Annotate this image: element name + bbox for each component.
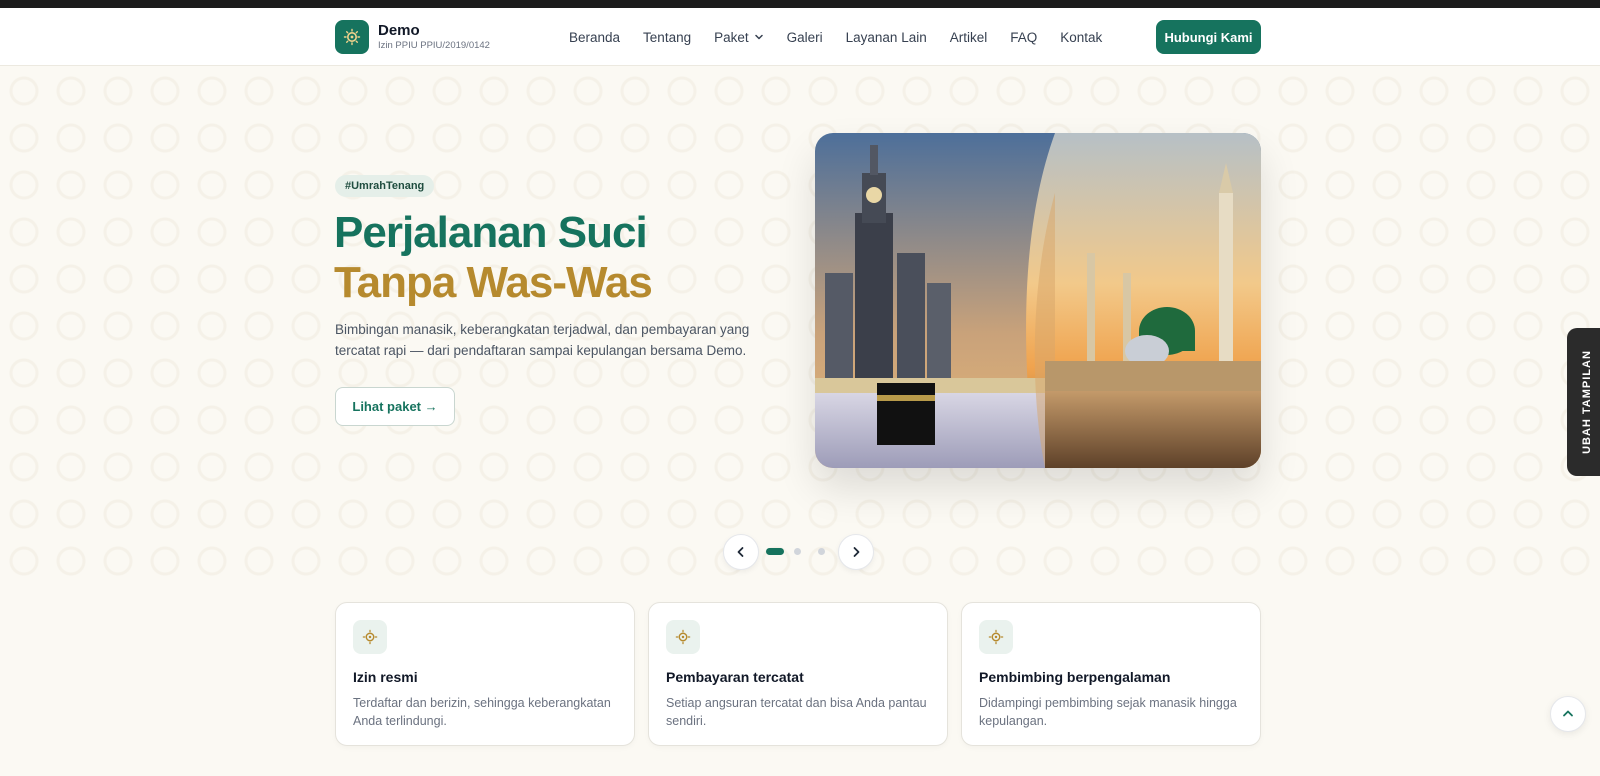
feature-card-licensed: Izin resmi Terdaftar dan berizin, sehing… [335, 602, 635, 746]
change-theme-tab[interactable]: UBAH TAMPILAN [1567, 328, 1600, 476]
hero-title: Perjalanan Suci Tanpa Was-Was [334, 208, 653, 308]
chevron-down-icon [754, 34, 763, 40]
nav-link-galeri[interactable]: Galeri [787, 30, 823, 45]
navbar: Demo Izin PPIU PPIU/2019/0142 Beranda Te… [0, 8, 1600, 66]
brand[interactable]: Demo Izin PPIU PPIU/2019/0142 [335, 20, 490, 54]
view-packages-button[interactable]: Lihat paket → [335, 387, 455, 426]
carousel-dot-1[interactable] [766, 548, 784, 555]
feature-description: Setiap angsuran tercatat dan bisa Anda p… [666, 696, 927, 728]
contact-us-button[interactable]: Hubungi Kami [1156, 20, 1261, 54]
back-to-top-button[interactable] [1550, 696, 1586, 732]
hero-tag: #UmrahTenang [335, 175, 435, 197]
brand-name: Demo [378, 22, 420, 39]
carousel-dot-2[interactable] [794, 548, 801, 555]
nav-link-artikel[interactable]: Artikel [950, 30, 988, 45]
hero-pattern-background [0, 67, 1600, 587]
sun-emblem-icon [979, 620, 1013, 654]
chevron-left-icon [737, 547, 744, 557]
carousel-next-button[interactable] [838, 534, 874, 570]
hero-title-line2: Tanpa Was-Was [334, 258, 653, 307]
nav-link-layanan-lain[interactable]: Layanan Lain [846, 30, 927, 45]
nav-link-kontak[interactable]: Kontak [1060, 30, 1102, 45]
nav-link-tentang[interactable]: Tentang [643, 30, 691, 45]
chevron-up-icon [1563, 710, 1573, 717]
feature-title: Pembimbing berpengalaman [979, 669, 1171, 685]
mecca-and-medina-mosques-photo [815, 133, 1261, 468]
feature-description: Didampingi pembimbing sejak manasik hing… [979, 696, 1237, 728]
top-strip [0, 0, 1600, 8]
sun-emblem-icon [335, 20, 369, 54]
nav-link-beranda[interactable]: Beranda [569, 30, 620, 45]
feature-card-guide: Pembimbing berpengalaman Didampingi pemb… [961, 602, 1261, 746]
nav-link-paket-label: Paket [714, 29, 749, 45]
nav-link-paket[interactable]: Paket [714, 30, 764, 45]
carousel-prev-button[interactable] [723, 534, 759, 570]
feature-description: Terdaftar dan berizin, sehingga keberang… [353, 696, 611, 728]
main-nav: Beranda Tentang Paket Galeri Layanan Lai… [569, 8, 1125, 66]
feature-title: Pembayaran tercatat [666, 669, 804, 685]
nav-link-faq[interactable]: FAQ [1010, 30, 1037, 45]
sun-emblem-icon [353, 620, 387, 654]
brand-license: Izin PPIU PPIU/2019/0142 [378, 40, 490, 51]
feature-title: Izin resmi [353, 669, 418, 685]
hero-title-line1: Perjalanan Suci [334, 208, 648, 257]
feature-card-payment: Pembayaran tercatat Setiap angsuran terc… [648, 602, 948, 746]
change-theme-label: UBAH TAMPILAN [1581, 350, 1593, 454]
sun-emblem-icon [666, 620, 700, 654]
carousel-dot-3[interactable] [818, 548, 825, 555]
chevron-right-icon [853, 547, 860, 557]
hero-description: Bimbingan manasik, keberangkatan terjadw… [335, 322, 750, 358]
